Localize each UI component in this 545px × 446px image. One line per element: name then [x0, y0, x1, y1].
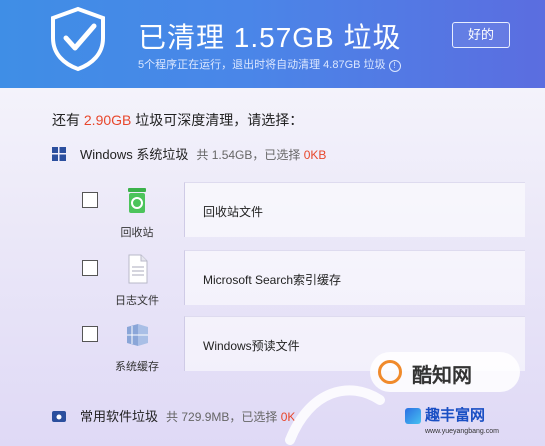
info-icon[interactable]: !: [388, 60, 401, 72]
item-box[interactable]: 回收站文件: [184, 182, 525, 237]
cleaned-headline: 已清理 1.57GB 垃圾: [138, 22, 402, 53]
result-header: 已清理 1.57GB 垃圾 5个程序正在运行，退出时将自动清理 4.87GB 垃…: [0, 0, 545, 88]
section-title: Windows 系统垃圾: [80, 147, 189, 162]
section-title: 常用软件垃圾: [80, 409, 159, 424]
watermark-brand: 酷知网: [412, 365, 472, 387]
deep-clean-prompt: 还有 2.90GB 垃圾可深度清理，请选择：: [52, 112, 304, 128]
checkbox[interactable]: [82, 326, 98, 342]
icon-label: 系统缓存: [115, 361, 159, 373]
watermark-logo-icon: [378, 360, 402, 384]
site-logo-icon: [405, 408, 421, 424]
list-item[interactable]: 回收站 回收站文件: [80, 182, 525, 242]
system-cache-icon: [127, 324, 148, 346]
windows-junk-section[interactable]: Windows 系统垃圾共 1.54GB，已选择 0KB: [52, 144, 326, 163]
site-watermark: 趣丰富网 www.yueyangbang.com: [405, 398, 545, 446]
log-file-icon: [128, 254, 148, 284]
item-name: Microsoft Search索引缓存: [203, 273, 342, 287]
icon-label: 日志文件: [115, 295, 159, 307]
deep-clean-panel: 还有 2.90GB 垃圾可深度清理，请选择： Windows 系统垃圾共 1.5…: [0, 88, 545, 446]
watermark-badge: 酷知网: [370, 352, 520, 392]
software-junk-section[interactable]: 常用软件垃圾共 729.9MB，已选择 0K: [52, 406, 295, 425]
list-item[interactable]: 日志文件 Microsoft Search索引缓存: [80, 250, 525, 310]
icon-label: 回收站: [120, 227, 154, 239]
checkbox[interactable]: [82, 260, 98, 276]
site-url: www.yueyangbang.com: [425, 428, 499, 435]
recycle-bin-icon: [128, 188, 146, 213]
auto-clean-note: 5个程序正在运行，退出时将自动清理 4.87GB 垃圾!: [138, 56, 401, 72]
section-meta: 共 1.54GB，已选择 0KB: [196, 148, 327, 162]
windows-logo-icon: [52, 147, 66, 161]
shield-check-icon: [51, 6, 105, 72]
checkbox[interactable]: [82, 192, 98, 208]
item-box[interactable]: Microsoft Search索引缓存: [184, 250, 525, 305]
site-title: 趣丰富网: [425, 407, 486, 424]
item-name: 回收站文件: [203, 205, 264, 219]
software-icon: [52, 411, 66, 422]
section-meta: 共 729.9MB，已选择 0K: [166, 410, 296, 424]
ok-button[interactable]: 好的: [452, 22, 510, 48]
